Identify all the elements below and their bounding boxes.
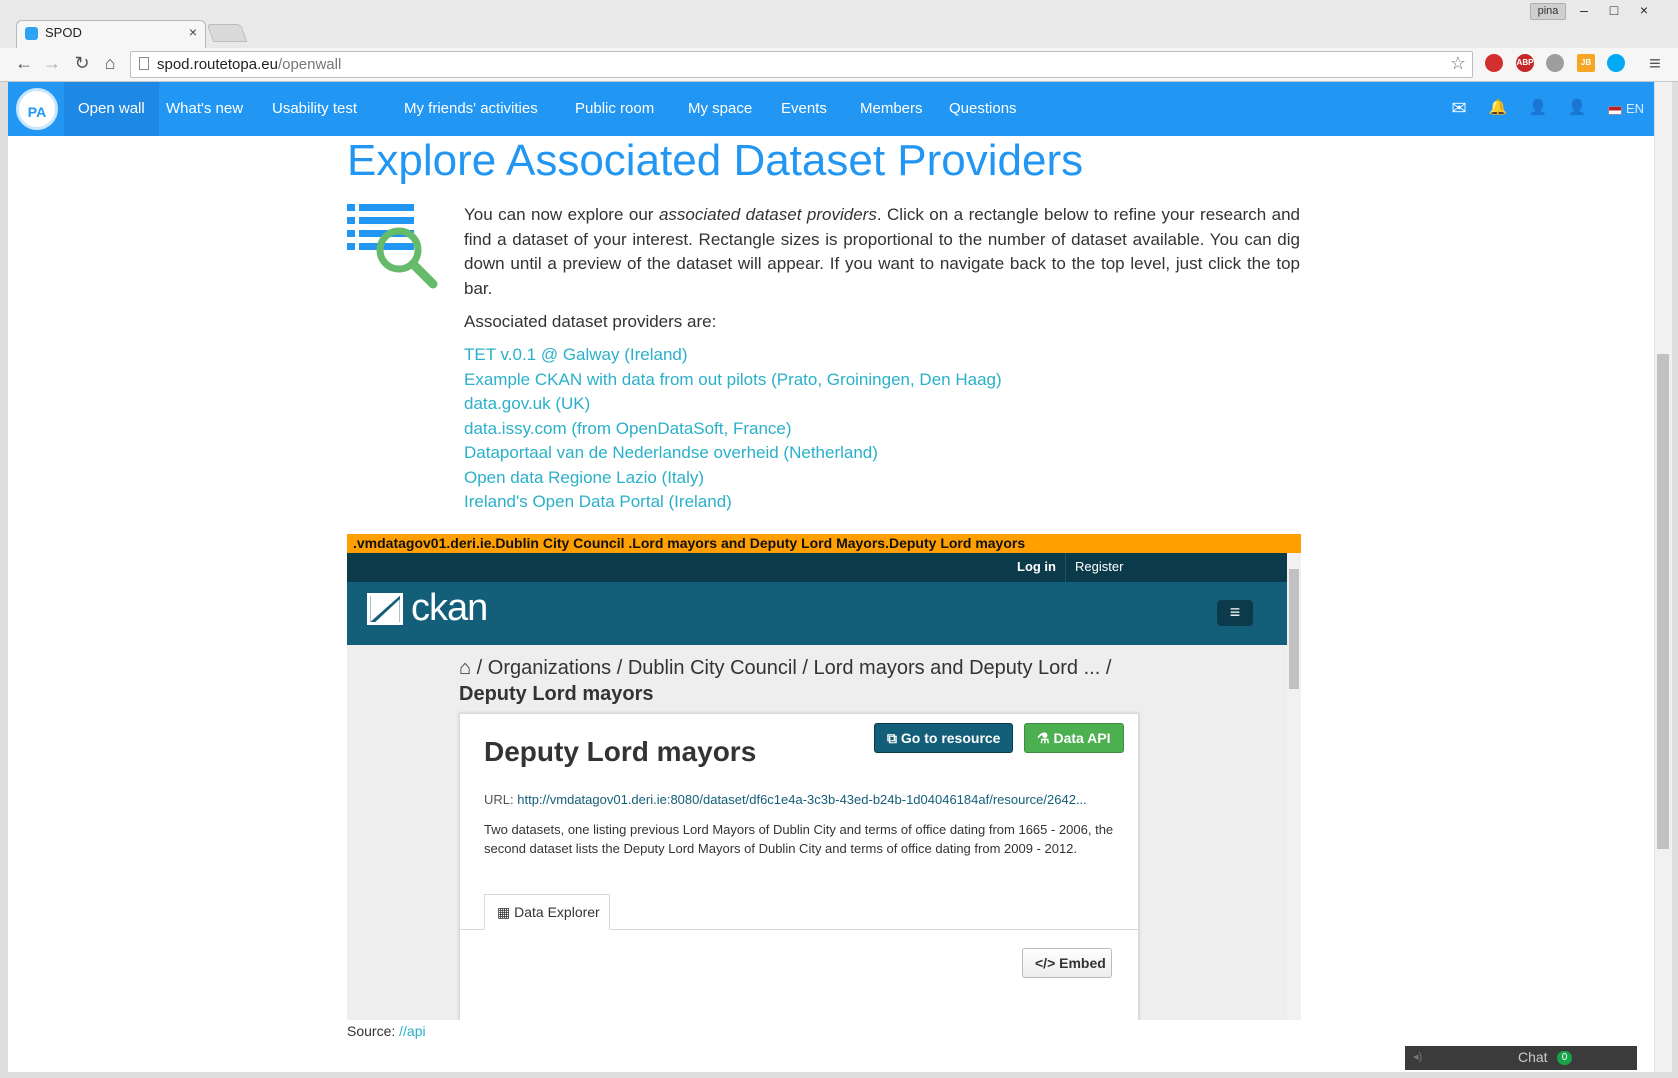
chat-bar[interactable]: ◂) Chat 0: [1405, 1046, 1637, 1070]
forward-icon[interactable]: →: [40, 53, 64, 74]
adblock-extension-icon[interactable]: ABP: [1516, 54, 1534, 72]
close-window-button[interactable]: ×: [1632, 2, 1656, 18]
provider-link-example-ckan[interactable]: Example CKAN with data from out pilots (…: [464, 368, 1002, 393]
tab-favicon-icon: [25, 27, 38, 40]
provider-link-tet-galway[interactable]: TET v.0.1 @ Galway (Ireland): [464, 343, 1002, 368]
ckan-menu-icon[interactable]: ≡: [1217, 600, 1253, 626]
nav-whats-new[interactable]: What's new: [152, 82, 257, 136]
page-title: Explore Associated Dataset Providers: [347, 136, 1084, 185]
resource-url-link[interactable]: http://vmdatagov01.deri.ie:8080/dataset/…: [517, 792, 1087, 807]
new-tab-button[interactable]: [206, 24, 248, 42]
providers-list: TET v.0.1 @ Galway (Ireland) Example CKA…: [464, 343, 1002, 515]
nav-public-room[interactable]: Public room: [561, 82, 668, 136]
breadcrumb-current: Deputy Lord mayors: [459, 683, 654, 705]
code-icon: </>: [1035, 955, 1060, 971]
providers-label: Associated dataset providers are:: [464, 312, 717, 331]
dataset-search-icon: [347, 204, 438, 289]
nav-open-wall[interactable]: Open wall: [64, 82, 159, 136]
maximize-button[interactable]: □: [1602, 2, 1626, 18]
ckan-frame-scrollbar[interactable]: [1287, 553, 1301, 1020]
stop-extension-icon[interactable]: [1485, 54, 1503, 72]
ckan-logo-text[interactable]: ckan: [411, 587, 488, 630]
nav-questions[interactable]: Questions: [935, 82, 1031, 136]
ckan-header: ckan ≡: [347, 582, 1287, 645]
account-divider: [1065, 553, 1066, 582]
tab-data-explorer[interactable]: ▦ Data Explorer: [484, 894, 610, 930]
url-path: /openwall: [277, 56, 342, 73]
ckan-register-link[interactable]: Register: [1075, 559, 1123, 574]
nav-events[interactable]: Events: [767, 82, 841, 136]
minimize-button[interactable]: –: [1572, 2, 1596, 18]
route-to-pa-logo[interactable]: PA: [16, 88, 58, 130]
provider-link-ireland-open-data[interactable]: Ireland's Open Data Portal (Ireland): [464, 490, 1002, 515]
page-scrollbar[interactable]: [1655, 82, 1672, 1072]
intro-emphasis: associated dataset providers: [658, 205, 877, 224]
web-page: PA Open wall What's new Usability test M…: [8, 82, 1654, 1072]
dataset-path-bar[interactable]: .vmdatagov01.deri.ie.Dublin City Council…: [347, 534, 1301, 553]
browser-menu-icon[interactable]: ≡: [1643, 53, 1667, 76]
ckan-login-link[interactable]: Log in: [1017, 559, 1056, 574]
flask-icon: ⚗: [1037, 730, 1054, 746]
language-selector[interactable]: EN: [1626, 101, 1644, 116]
provider-link-data-issy[interactable]: data.issy.com (from OpenDataSoft, France…: [464, 417, 1002, 442]
tab-title: SPOD: [45, 25, 82, 40]
table-icon: ▦: [497, 904, 515, 920]
nav-my-space[interactable]: My space: [674, 82, 766, 136]
resource-card: Deputy Lord mayors ⧉ Go to resource ⚗ Da…: [459, 713, 1139, 1020]
ckan-logo-icon[interactable]: [367, 593, 403, 625]
speaker-icon[interactable]: ◂): [1413, 1050, 1422, 1063]
url-label: URL:: [484, 792, 514, 807]
provider-link-regione-lazio[interactable]: Open data Regione Lazio (Italy): [464, 466, 1002, 491]
profile-badge[interactable]: pina: [1530, 3, 1566, 20]
resource-title: Deputy Lord mayors: [484, 736, 757, 767]
ckan-account-bar: Log in Register: [347, 553, 1287, 582]
page-icon: [139, 57, 149, 70]
home-icon[interactable]: ⌂: [98, 53, 122, 74]
browser-tab[interactable]: SPOD ×: [16, 20, 206, 48]
nav-usability-test[interactable]: Usability test: [258, 82, 371, 136]
chat-count-badge: 0: [1557, 1051, 1572, 1065]
resource-url-row: URL: http://vmdatagov01.deri.ie:8080/dat…: [484, 792, 1124, 807]
resource-description: Two datasets, one listing previous Lord …: [484, 822, 1114, 856]
address-bar[interactable]: spod.routetopa.eu/openwall ☆: [130, 51, 1473, 78]
jb-extension-icon[interactable]: JB: [1577, 54, 1595, 72]
chat-label: Chat: [1518, 1049, 1548, 1065]
profile-user-icon[interactable]: 👤: [1566, 98, 1588, 116]
breadcrumb-path[interactable]: / Organizations / Dublin City Council / …: [471, 657, 1112, 679]
go-to-resource-button[interactable]: ⧉ Go to resource: [874, 723, 1014, 753]
page-scroll-thumb[interactable]: [1657, 354, 1669, 849]
provider-link-data-gov-uk[interactable]: data.gov.uk (UK): [464, 392, 1002, 417]
nav-members[interactable]: Members: [846, 82, 937, 136]
data-api-button[interactable]: ⚗ Data API: [1024, 723, 1124, 753]
bookmark-star-icon[interactable]: ☆: [1450, 53, 1466, 74]
tab-close-icon[interactable]: ×: [189, 24, 197, 40]
browser-titlebar: SPOD × pina – □ ×: [0, 0, 1678, 48]
embed-button[interactable]: </> Embed: [1022, 948, 1112, 978]
reload-icon[interactable]: ↻: [70, 53, 94, 74]
ckan-embed-frame: Log in Register ckan ≡ ⌂ / Organizations…: [347, 553, 1287, 1020]
source-link[interactable]: //api: [399, 1023, 425, 1039]
url-host: spod.routetopa.eu: [157, 56, 278, 73]
intro-paragraph: You can now explore our associated datas…: [464, 205, 1301, 298]
provider-link-dataportaal-nl[interactable]: Dataportaal van de Nederlandse overheid …: [464, 441, 1002, 466]
bell-icon[interactable]: 🔔: [1487, 98, 1509, 116]
mail-icon[interactable]: ✉: [1448, 98, 1470, 119]
ghost-extension-icon[interactable]: [1546, 54, 1564, 72]
back-icon[interactable]: ←: [12, 53, 36, 74]
friend-user-icon[interactable]: 👤: [1527, 98, 1549, 116]
nav-friends-activities[interactable]: My friends' activities: [390, 82, 552, 136]
breadcrumb: ⌂ / Organizations / Dublin City Council …: [459, 655, 1159, 707]
breadcrumb-home-icon[interactable]: ⌂: [459, 657, 471, 679]
us-flag-icon: [1608, 106, 1622, 115]
browser-toolbar: ← → ↻ ⌂ spod.routetopa.eu/openwall ☆ ABP…: [0, 48, 1678, 82]
ckan-scroll-thumb[interactable]: [1289, 569, 1299, 689]
source-line: Source: //api: [347, 1023, 426, 1039]
external-link-icon: ⧉: [887, 730, 901, 746]
skype-extension-icon[interactable]: [1607, 54, 1625, 72]
top-navigation: PA Open wall What's new Usability test M…: [8, 82, 1654, 136]
